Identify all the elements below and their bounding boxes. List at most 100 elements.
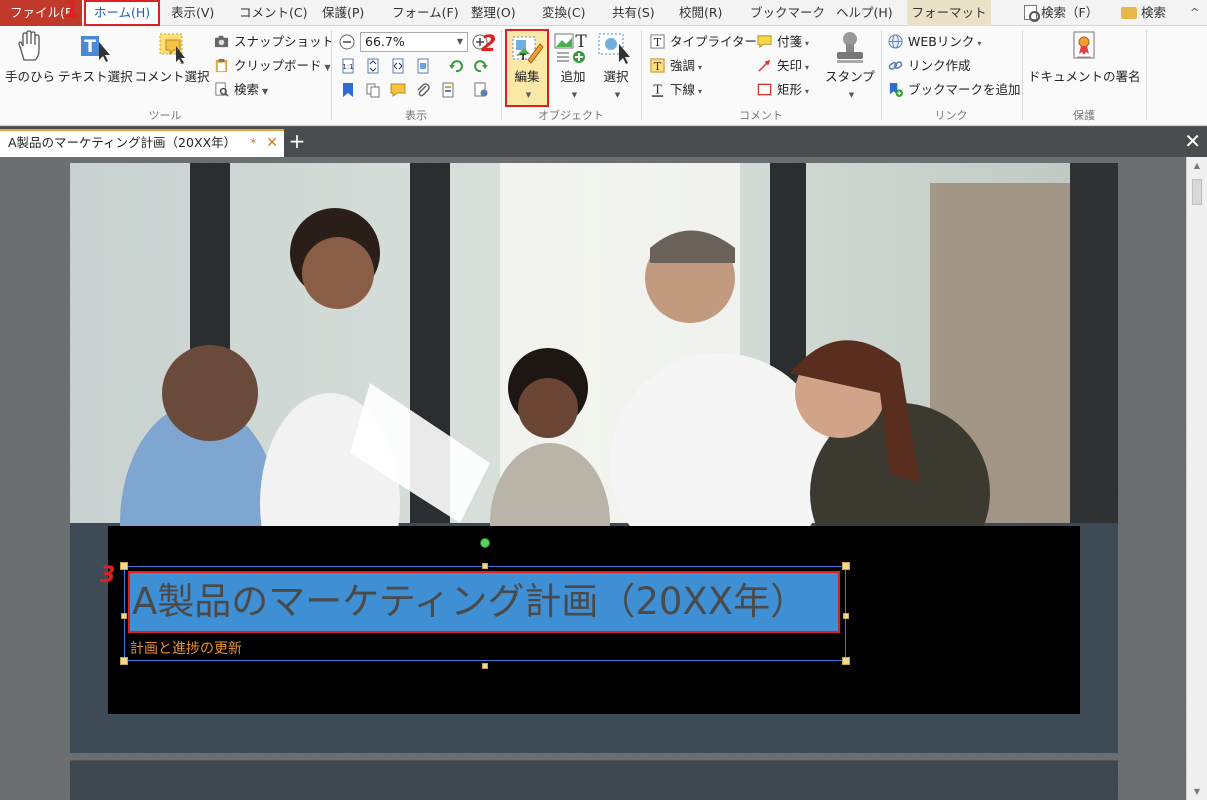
document-title-text[interactable]: A製品のマーケティング計画（20XX年）: [128, 571, 840, 633]
edit-object-button[interactable]: T 編集 ▼: [505, 29, 549, 107]
stamp-button[interactable]: スタンプ ▼: [824, 30, 876, 100]
select-object-icon: [598, 33, 630, 64]
underline-button[interactable]: T 下線 ▾: [650, 79, 702, 101]
arrow-button[interactable]: 矢印 ▾: [757, 55, 809, 77]
resize-handle-bottom[interactable]: [482, 663, 488, 669]
svg-text:T: T: [654, 36, 662, 49]
menu-bookmark[interactable]: ブックマーク: [750, 0, 825, 26]
rectangle-label: 矩形: [777, 82, 803, 97]
rectangle-button[interactable]: 矩形 ▾: [757, 79, 809, 101]
new-tab-icon[interactable]: +: [288, 131, 306, 153]
menu-convert[interactable]: 変換(C): [542, 0, 585, 26]
note-button[interactable]: 付箋 ▾: [757, 31, 809, 53]
certificate-icon: [1073, 31, 1095, 59]
menu-comment[interactable]: コメント(C): [239, 0, 307, 26]
document-tab[interactable]: A製品のマーケティング計画（20XX年） * ✕: [0, 129, 284, 157]
create-link-button[interactable]: リンク作成: [888, 55, 971, 77]
find-button[interactable]: 検索 ▼: [214, 79, 268, 101]
camera-icon: [214, 35, 229, 48]
resize-handle-top-right[interactable]: [842, 562, 850, 570]
step-marker-3: 3: [100, 563, 116, 588]
highlight-icon: T: [650, 58, 665, 73]
resize-handle-top[interactable]: [482, 563, 488, 569]
comment-select-button[interactable]: コメント選択: [134, 30, 210, 85]
add-bookmark-label: ブックマークを追加: [908, 82, 1021, 97]
fit-width-icon[interactable]: [390, 58, 406, 74]
web-link-label: WEBリンク: [908, 34, 975, 49]
close-all-icon[interactable]: ✕: [1184, 130, 1201, 152]
hand-tool-button[interactable]: 手のひら: [4, 30, 56, 85]
pages-icon[interactable]: [365, 82, 381, 98]
resize-handle-right[interactable]: [843, 613, 849, 619]
typewriter-label: タイプライター: [670, 34, 758, 49]
add-object-icon: T: [554, 32, 587, 63]
select-object-label: 選択: [603, 69, 629, 84]
snapshot-button[interactable]: スナップショット: [214, 31, 334, 53]
scroll-up-icon[interactable]: ▲: [1187, 161, 1207, 170]
next-page: [70, 760, 1118, 800]
menu-bar: ファイル(F ホーム(H) 表示(V) コメント(C) 保護(P) フォーム(F…: [0, 0, 1207, 26]
sign-document-label: ドキュメントの署名: [1028, 69, 1141, 84]
zoom-select[interactable]: 66.7% ▼: [360, 32, 468, 52]
menu-view[interactable]: 表示(V): [171, 0, 214, 26]
fit-page-icon[interactable]: [365, 58, 381, 74]
protect-group-label: 保護: [1073, 109, 1095, 122]
fit-visible-icon[interactable]: [415, 58, 431, 74]
zoom-out-icon[interactable]: [339, 34, 355, 50]
create-link-label: リンク作成: [908, 58, 971, 73]
chevron-down-icon: ▼: [525, 91, 532, 99]
resize-handle-top-left[interactable]: [120, 562, 128, 570]
close-tab-icon[interactable]: ✕: [266, 131, 278, 155]
comment-group-label: コメント: [739, 109, 783, 122]
search-f-button[interactable]: 検索（F）: [1024, 0, 1098, 26]
bookmark-icon[interactable]: [340, 82, 356, 98]
clipboard-button[interactable]: クリップボード ▼: [214, 55, 331, 77]
vertical-scrollbar[interactable]: ▲ ▼: [1186, 157, 1207, 800]
select-object-button[interactable]: 選択 ▼: [596, 30, 636, 100]
search-button[interactable]: 検索: [1121, 0, 1166, 26]
menu-share[interactable]: 共有(S): [612, 0, 655, 26]
highlight-button[interactable]: T 強調 ▾: [650, 55, 702, 77]
step-marker-2: 2: [481, 32, 497, 57]
add-bookmark-button[interactable]: ブックマークを追加: [888, 79, 1021, 101]
resize-handle-bottom-left[interactable]: [120, 657, 128, 665]
rotate-handle[interactable]: [480, 538, 490, 548]
page-settings-icon[interactable]: [473, 82, 489, 98]
menu-form[interactable]: フォーム(F): [392, 0, 459, 26]
menu-format[interactable]: フォーマット: [907, 0, 991, 26]
ribbon-collapse-icon[interactable]: ^: [1190, 0, 1199, 26]
comments-panel-icon[interactable]: [390, 82, 406, 98]
web-link-button[interactable]: WEBリンク ▾: [888, 31, 981, 53]
scroll-down-icon[interactable]: ▼: [1187, 787, 1207, 796]
actual-size-icon[interactable]: 1:1: [340, 58, 356, 74]
add-object-button[interactable]: T 追加 ▼: [553, 30, 593, 100]
text-select-button[interactable]: T テキスト選択: [58, 30, 133, 85]
menu-review[interactable]: 校閲(R): [679, 0, 722, 26]
rotate-right-icon[interactable]: [473, 58, 489, 74]
attachment-icon[interactable]: [415, 82, 431, 98]
zoom-value: 66.7%: [365, 34, 405, 49]
menu-organize[interactable]: 整理(O): [471, 0, 516, 26]
menu-home[interactable]: ホーム(H): [84, 0, 160, 26]
stamp-icon: [837, 32, 863, 63]
typewriter-button[interactable]: Tタイプライター▾: [650, 31, 764, 53]
menu-help[interactable]: ヘルプ(H): [836, 0, 893, 26]
resize-handle-bottom-right[interactable]: [842, 657, 850, 665]
chevron-down-icon: ▼: [456, 37, 463, 46]
document-subtitle-text[interactable]: 計画と進捗の更新: [130, 638, 242, 658]
text-select-icon: T: [81, 36, 110, 62]
add-bookmark-icon: [889, 82, 903, 97]
link-group-label: リンク: [934, 109, 968, 122]
hand-icon: [18, 30, 40, 61]
layers-icon[interactable]: [440, 82, 456, 98]
resize-handle-left[interactable]: [121, 613, 127, 619]
comment-select-icon: [159, 33, 185, 64]
menu-protect[interactable]: 保護(P): [322, 0, 364, 26]
sign-document-button[interactable]: ドキュメントの署名: [1028, 30, 1141, 85]
scroll-thumb[interactable]: [1192, 179, 1202, 205]
view-group-label: 表示: [405, 109, 427, 122]
link-icon: [888, 61, 903, 70]
text-select-label: テキスト選択: [58, 69, 133, 84]
rotate-left-icon[interactable]: [448, 58, 464, 74]
comment-select-label: コメント選択: [134, 69, 210, 84]
